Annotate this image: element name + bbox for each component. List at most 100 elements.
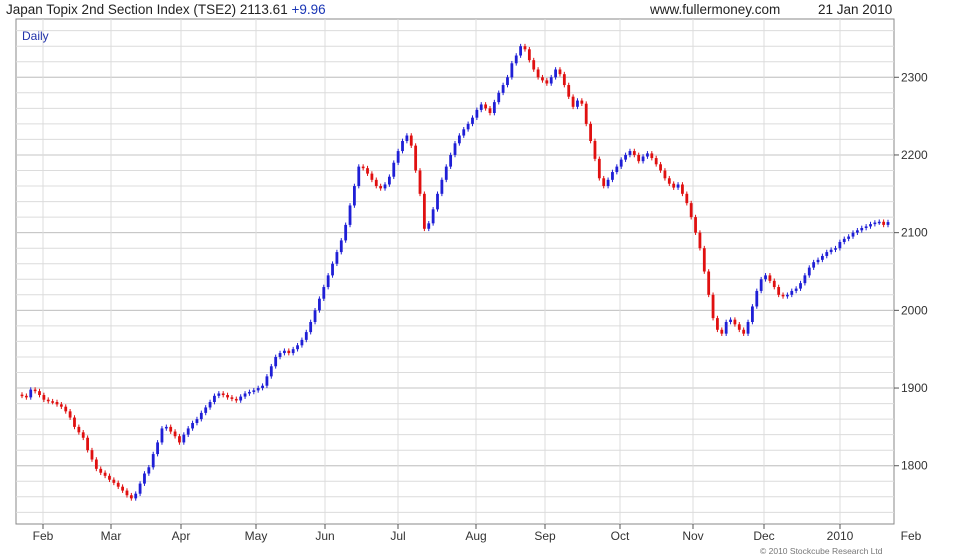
candle-body xyxy=(99,468,103,473)
candle-body xyxy=(781,294,785,297)
candle-body xyxy=(422,193,426,229)
candle-body xyxy=(676,184,680,188)
candle-body xyxy=(755,290,759,307)
candle-body xyxy=(138,483,142,494)
candle-body xyxy=(309,322,313,333)
candle-body xyxy=(479,104,483,110)
candle-body xyxy=(654,158,658,165)
candle-body xyxy=(615,166,619,173)
x-tick-label: Sep xyxy=(534,529,556,543)
plot-area xyxy=(15,18,895,525)
candle-body xyxy=(261,385,264,389)
candle-body xyxy=(291,349,295,354)
candle-body xyxy=(147,467,151,474)
candle-body xyxy=(383,184,387,189)
candle-body xyxy=(702,248,706,272)
candle-body xyxy=(562,74,566,86)
x-tick-label: Jun xyxy=(315,529,334,543)
candle-body xyxy=(112,479,116,483)
candle-body xyxy=(497,92,501,103)
candle-body xyxy=(549,77,553,84)
candle-body xyxy=(77,426,81,433)
candle-body xyxy=(545,80,549,84)
index-name: Japan Topix 2nd Section Index (TSE2) xyxy=(6,2,237,17)
candle-body xyxy=(204,407,208,413)
candle-body xyxy=(716,318,719,330)
candle-body xyxy=(278,353,282,357)
candle-body xyxy=(81,432,85,438)
candle-body xyxy=(597,158,601,179)
y-tick-label: 1900 xyxy=(901,381,928,395)
candle-body xyxy=(689,203,693,218)
candle-body xyxy=(199,412,203,420)
candle-body xyxy=(396,151,400,163)
candle-body xyxy=(156,442,159,455)
candle-body xyxy=(838,241,842,249)
candle-body xyxy=(646,153,649,157)
y-tick-label: 2100 xyxy=(901,226,928,240)
candle-body xyxy=(392,162,396,177)
candle-body xyxy=(842,238,846,242)
candle-body xyxy=(803,275,807,284)
chart-date: 21 Jan 2010 xyxy=(818,2,893,17)
candle-body xyxy=(339,240,343,253)
candle-body xyxy=(484,104,488,109)
candle-body xyxy=(729,319,732,322)
candle-body xyxy=(436,193,439,210)
candle-body xyxy=(794,288,798,291)
candle-body xyxy=(274,356,278,367)
candle-body xyxy=(414,145,418,171)
candle-body xyxy=(602,178,606,187)
candle-body xyxy=(786,294,789,297)
y-tick-label: 2200 xyxy=(901,148,928,162)
candle-body xyxy=(834,248,837,250)
candle-body xyxy=(129,495,133,499)
candle-body xyxy=(492,102,496,114)
candle-body xyxy=(593,140,597,159)
candle-body xyxy=(536,69,540,78)
candle-body xyxy=(584,103,588,124)
candle-body xyxy=(318,298,321,311)
candle-body xyxy=(191,423,194,429)
candle-body xyxy=(151,454,155,468)
candle-body xyxy=(720,329,724,334)
y-tick-label: 2300 xyxy=(901,70,928,84)
candle-body xyxy=(471,117,474,124)
candle-body xyxy=(444,166,448,180)
candle-body xyxy=(116,482,120,487)
price-chart: 1800 1900 2000 2100 2200 2300 Feb Mar Apr May Jun… xyxy=(15,18,928,543)
candle-body xyxy=(178,436,181,443)
candle-body xyxy=(851,232,855,237)
candle-body xyxy=(816,259,820,263)
candle-body xyxy=(68,411,72,418)
candle-body xyxy=(370,173,374,180)
candle-body xyxy=(230,397,234,399)
candle-body xyxy=(38,391,41,396)
candle-body xyxy=(864,226,868,228)
candle-body xyxy=(698,232,702,249)
x-tick-label: Nov xyxy=(682,529,703,543)
candle-body xyxy=(742,329,746,334)
candle-body xyxy=(221,393,225,396)
candle-body xyxy=(353,186,356,206)
candle-body xyxy=(213,395,216,403)
candle-body xyxy=(820,255,824,260)
candle-body xyxy=(86,437,90,451)
candle-body xyxy=(296,345,299,350)
candle-body xyxy=(239,396,243,401)
candle-body xyxy=(173,431,177,437)
candle-body xyxy=(847,236,851,239)
candle-body xyxy=(737,324,741,330)
candle-body xyxy=(283,350,286,354)
candle-body xyxy=(121,486,124,491)
candle-body xyxy=(418,170,422,194)
candle-body xyxy=(59,404,63,407)
x-tick-label: Jul xyxy=(390,529,405,543)
candle-body xyxy=(466,123,470,130)
candle-body xyxy=(576,100,579,107)
candle-body xyxy=(541,77,544,81)
candle-body xyxy=(143,473,146,484)
candle-body xyxy=(46,399,50,402)
candle-body xyxy=(641,156,645,162)
candle-body xyxy=(164,426,168,429)
